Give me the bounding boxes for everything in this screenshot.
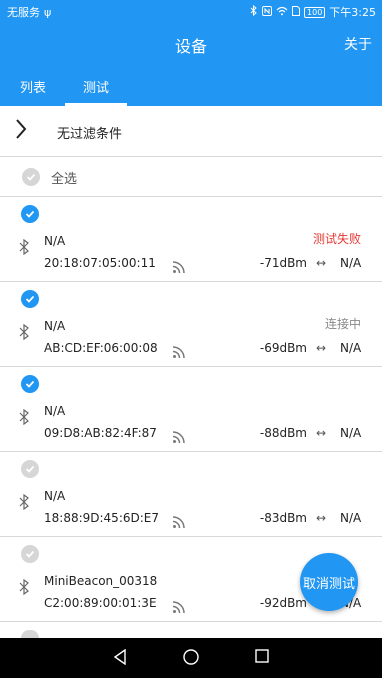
sim-icon [292,5,301,19]
device-checkbox[interactable] [21,375,39,393]
cancel-test-button[interactable]: 取消测试 [300,553,358,611]
app-bar: 设备 关于 [0,22,382,66]
filter-label: 无过滤条件 [57,127,123,142]
device-mac: 09:D8:AB:82:4F:87 [44,426,157,440]
device-name: N/A [44,234,66,248]
bluetooth-icon [19,239,29,255]
battery-icon: 100 [304,6,326,18]
device-distance: N/A [340,511,362,525]
device-mac: C2:00:89:00:01:3E [44,596,157,610]
bluetooth-icon [19,579,29,595]
about-button[interactable]: 关于 [344,34,372,54]
distance-arrows-icon: ↔ [316,511,327,525]
device-checkbox[interactable] [21,205,39,223]
device-row[interactable]: N/A 09:D8:AB:82:4F:87 -88dBm ↔ N/A [0,367,382,452]
select-all-label: 全选 [51,172,78,187]
device-name: N/A [44,319,66,333]
carrier-text: 无服务 [7,6,40,19]
signal-icon [172,261,185,274]
device-row[interactable]: N/A 20:18:07:05:00:11 -71dBm ↔ N/A 测试失败 [0,197,382,282]
recents-icon[interactable] [255,649,269,663]
page-title: 设备 [174,37,207,56]
device-distance: N/A [340,256,362,270]
device-name: N/A [44,404,66,418]
usb-icon: ψ [44,5,52,19]
distance-arrows-icon: ↔ [316,426,327,440]
nfc-icon [262,5,273,19]
navigation-bar [0,638,382,678]
device-mac: 18:88:9D:45:6D:E7 [44,511,159,525]
device-rssi: -88dBm [259,426,307,440]
device-status: 测试失败 [312,232,361,246]
select-all-checkbox[interactable] [22,168,40,186]
device-status: 连接中 [324,317,361,331]
device-row[interactable]: N/A AB:CD:EF:06:00:08 -69dBm ↔ N/A 连接中 [0,282,382,367]
bluetooth-status-icon [250,4,258,19]
device-mac: 20:18:07:05:00:11 [44,256,156,270]
back-icon[interactable] [113,649,127,665]
tab-list[interactable]: 列表 [20,77,46,96]
chevron-right-icon [14,118,28,144]
bluetooth-icon [19,324,29,340]
tab-bar: 列表 测试 [0,66,382,106]
device-row[interactable]: N/A 18:88:9D:45:6D:E7 -83dBm ↔ N/A [0,452,382,537]
distance-arrows-icon: ↔ [316,256,327,270]
status-bar: 无服务 ψ 100 下午3:25 [0,0,382,22]
select-all-row[interactable]: 全选 [0,157,382,197]
filter-row[interactable]: 无过滤条件 [0,106,382,157]
wifi-icon [276,6,288,19]
device-checkbox-partial[interactable] [21,630,39,638]
device-name: MiniBeacon_00318 [44,574,158,588]
device-rssi: -69dBm [259,341,307,355]
device-rssi: -71dBm [259,256,307,270]
tab-test[interactable]: 测试 [83,77,109,96]
device-mac: AB:CD:EF:06:00:08 [44,341,158,355]
bluetooth-icon [19,409,29,425]
bluetooth-icon [19,494,29,510]
device-rssi: -83dBm [259,511,307,525]
device-distance: N/A [340,341,362,355]
distance-arrows-icon: ↔ [316,341,327,355]
clock-text: 下午3:25 [329,6,376,19]
signal-icon [172,601,185,614]
signal-icon [172,516,185,529]
device-checkbox[interactable] [21,460,39,478]
device-rssi: -92dBm [259,596,307,610]
home-icon[interactable] [183,649,199,665]
device-distance: N/A [340,426,362,440]
signal-icon [172,346,185,359]
device-name: N/A [44,489,66,503]
device-checkbox[interactable] [21,290,39,308]
signal-icon [172,431,185,444]
device-checkbox[interactable] [21,545,39,563]
